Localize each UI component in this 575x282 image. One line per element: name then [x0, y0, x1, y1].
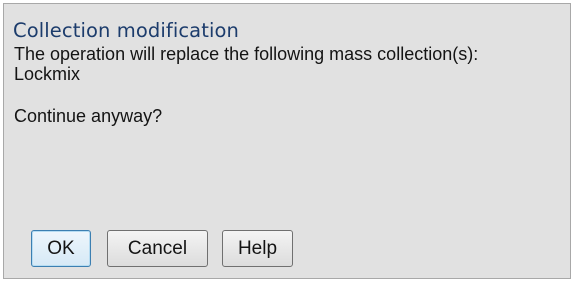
message-replace-warning: The operation will replace the following…: [14, 44, 479, 64]
message-continue-question: Continue anyway?: [14, 106, 163, 126]
dialog-title: Collection modification: [13, 19, 239, 42]
message-collection-name: Lockmix: [14, 64, 81, 84]
cancel-button[interactable]: Cancel: [107, 230, 208, 267]
collection-modification-dialog: Collection modification The operation wi…: [3, 3, 571, 279]
help-button[interactable]: Help: [222, 230, 293, 267]
ok-button[interactable]: OK: [31, 230, 91, 267]
